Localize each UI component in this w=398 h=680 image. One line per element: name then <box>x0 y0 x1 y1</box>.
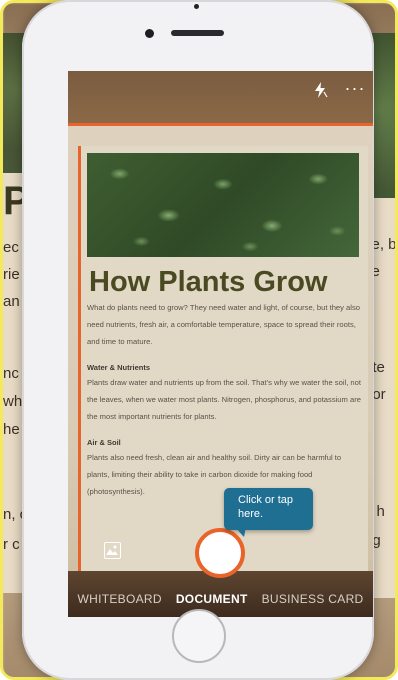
background-text-fragment: ec <box>3 239 19 256</box>
plant-photo <box>87 153 359 257</box>
more-icon[interactable]: ··· <box>344 79 366 99</box>
section-text: Plants draw water and nutrients up from … <box>87 378 361 421</box>
background-text-fragment: nc <box>3 365 19 382</box>
background-text-fragment: an <box>3 293 20 310</box>
document-title: How Plants Grow <box>89 266 328 298</box>
phone-device: ··· How Plants Grow What do plants need … <box>22 0 374 680</box>
capture-mode-selector: WHITEBOARD DOCUMENT BUSINESS CARD <box>68 592 373 610</box>
gallery-icon[interactable] <box>104 542 121 559</box>
section-heading: Air & Soil <box>87 438 121 447</box>
home-button[interactable] <box>172 609 226 663</box>
mode-business-card[interactable]: BUSINESS CARD <box>262 592 364 610</box>
document-intro: What do plants need to grow? They need w… <box>87 303 360 346</box>
phone-sensor <box>194 4 199 9</box>
background-text-fragment: wh <box>3 393 23 410</box>
background-text-fragment: rie <box>3 266 20 283</box>
mode-whiteboard[interactable]: WHITEBOARD <box>78 592 162 610</box>
background-text-fragment: r c <box>3 536 20 553</box>
tooltip-tail <box>235 527 246 537</box>
front-camera <box>145 29 154 38</box>
camera-screen: ··· How Plants Grow What do plants need … <box>68 71 373 617</box>
section-heading: Water & Nutrients <box>87 363 151 372</box>
tooltip: Click or tap here. <box>224 488 313 530</box>
background-text-fragment: he <box>3 421 20 438</box>
mode-document[interactable]: DOCUMENT <box>176 592 248 610</box>
flash-off-icon[interactable] <box>312 81 328 99</box>
earpiece-speaker <box>171 30 224 36</box>
